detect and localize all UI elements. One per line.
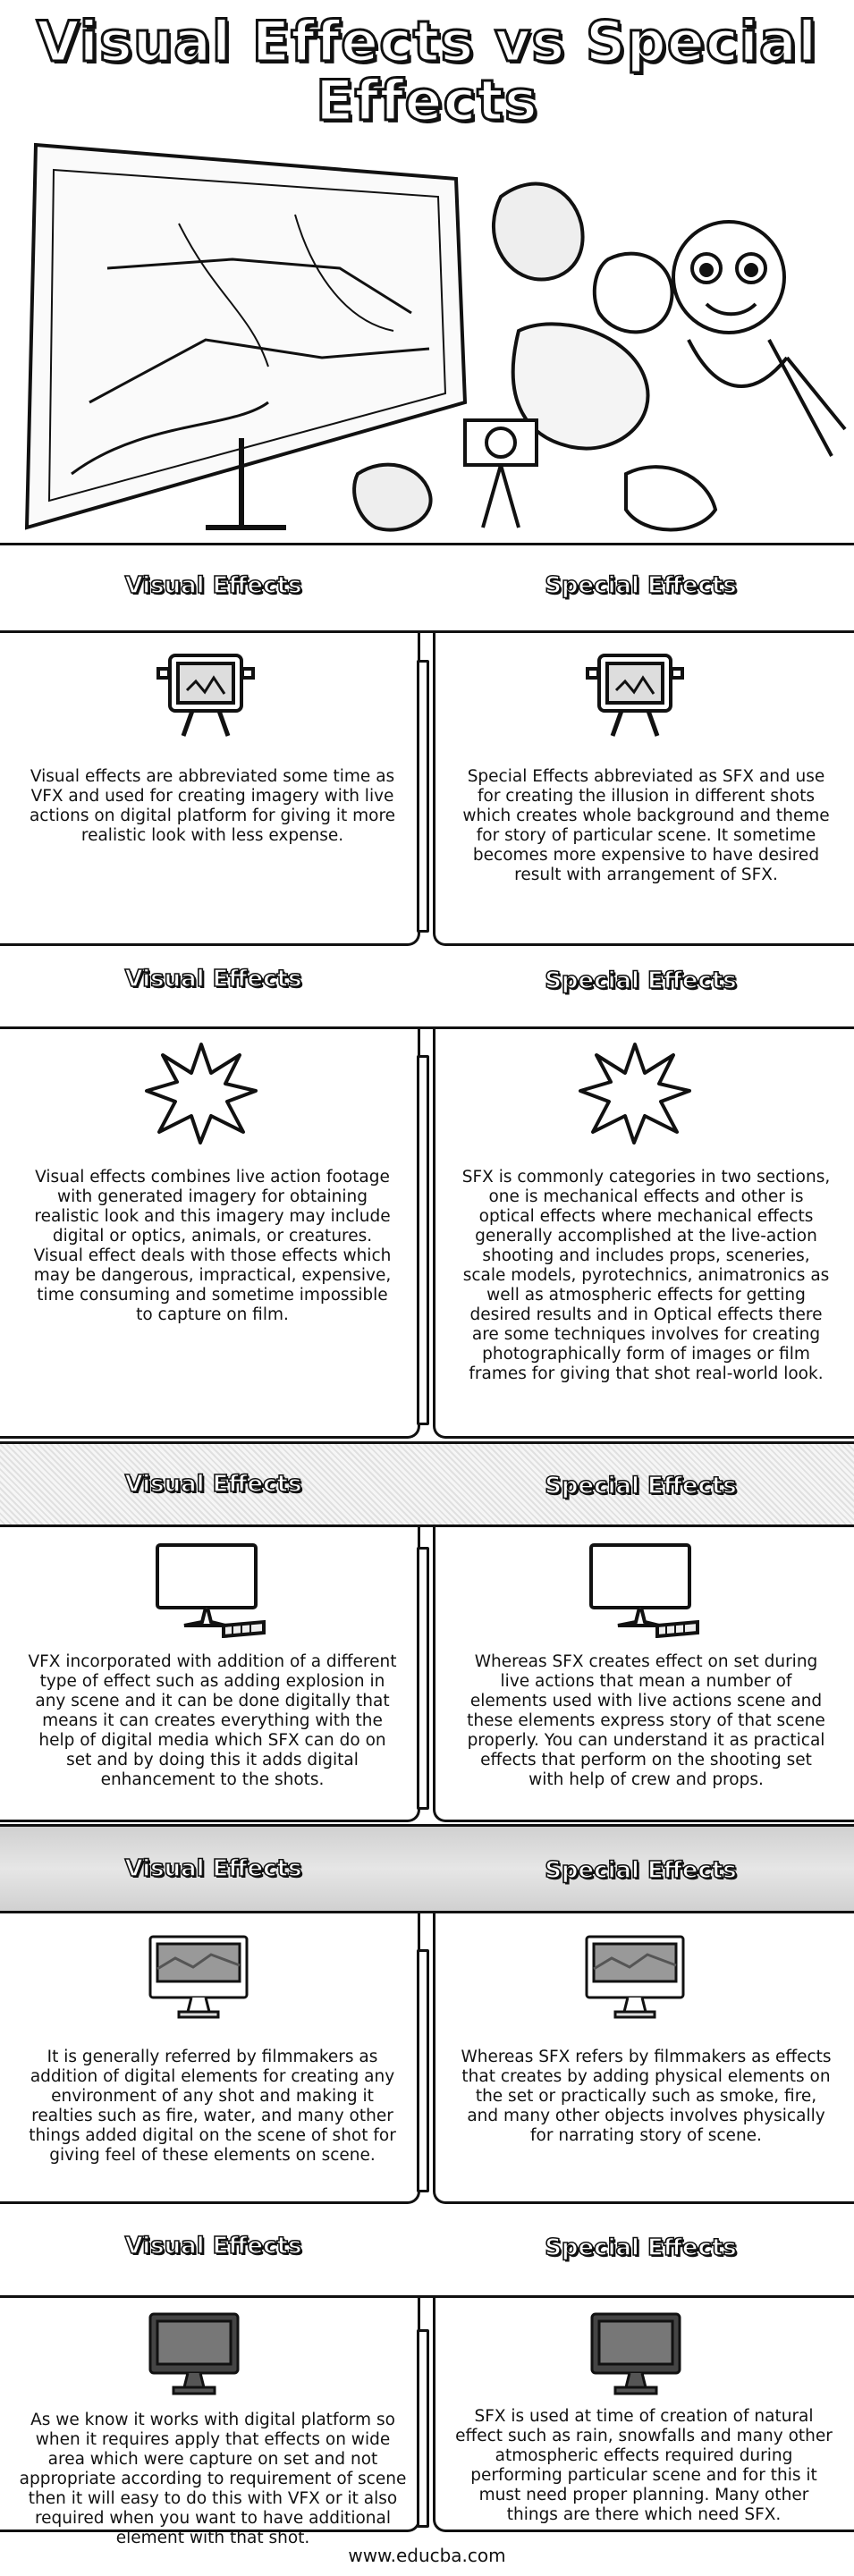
- section-1-left-heading: Visual Effects: [124, 571, 302, 600]
- section-2-left-heading: Visual Effects: [124, 965, 302, 993]
- section-3-right-text: Whereas SFX creates effect on set during…: [467, 1652, 825, 1789]
- monitor-with-image-icon: [581, 1931, 689, 2021]
- section-5-right-text: SFX is used at time of creation of natur…: [455, 2407, 833, 2524]
- section-4-left-heading: Visual Effects: [124, 1854, 302, 1883]
- section-2-right-heading: Special Effects: [544, 967, 737, 995]
- section-3-left-text: VFX incorporated with addition of a diff…: [28, 1652, 397, 1789]
- starburst-icon: [143, 1039, 259, 1146]
- dark-monitor-icon: [587, 2309, 685, 2398]
- section-3-left-heading: Visual Effects: [124, 1470, 302, 1499]
- section-4-divider: [417, 1949, 429, 2192]
- section-5-left-heading: Visual Effects: [124, 2232, 302, 2260]
- section-2-left-text: Visual effects combines live action foot…: [33, 1168, 392, 1324]
- desktop-monitor-icon: [152, 1540, 268, 1638]
- footer-url[interactable]: www.educba.com: [0, 2545, 854, 2566]
- film-projector-icon: [156, 651, 255, 740]
- film-projector-icon: [586, 651, 684, 740]
- page-title: Visual Effects vs Special Effects: [35, 9, 818, 133]
- section-3-right-heading: Special Effects: [544, 1472, 737, 1500]
- section-5-right-heading: Special Effects: [544, 2234, 737, 2262]
- section-2-right-text: SFX is commonly categories in two sectio…: [461, 1168, 831, 1383]
- monitor-with-image-icon: [145, 1931, 252, 2021]
- section-4-right-heading: Special Effects: [544, 1856, 737, 1885]
- section-1-divider: [417, 660, 429, 933]
- section-3-divider: [417, 1547, 429, 1810]
- hero-illustration: [0, 134, 854, 547]
- section-2-divider: [417, 1055, 429, 1425]
- section-5-divider: [417, 2329, 429, 2528]
- desktop-monitor-icon: [586, 1540, 702, 1638]
- section-4-right-text: Whereas SFX refers by filmmakers as effe…: [461, 2048, 832, 2145]
- dark-monitor-icon: [145, 2309, 243, 2398]
- section-1-right-heading: Special Effects: [544, 571, 737, 600]
- section-5-left-text: As we know it works with digital platfor…: [19, 2411, 407, 2547]
- section-1-left-text: Visual effects are abbreviated some time…: [29, 767, 396, 845]
- section-1-right-text: Special Effects abbreviated as SFX and u…: [462, 767, 830, 884]
- starburst-icon: [577, 1039, 693, 1146]
- section-4-left-text: It is generally referred by filmmakers a…: [29, 2048, 396, 2165]
